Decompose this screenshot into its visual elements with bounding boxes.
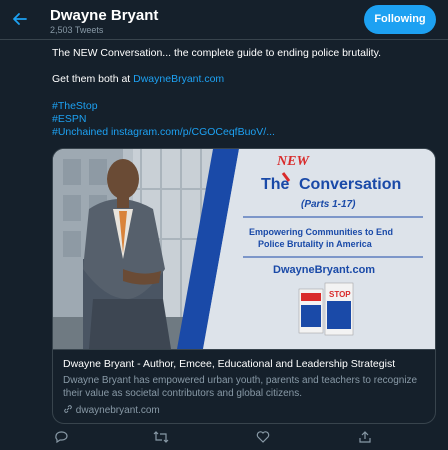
- website-link[interactable]: DwayneBryant.com: [133, 73, 224, 85]
- card-image[interactable]: The NEW Conversation (Parts 1-17) Empowe…: [53, 149, 435, 349]
- tweet-text-line1: The NEW Conversation... the complete gui…: [52, 47, 381, 59]
- hashtag-unchained-link[interactable]: #Unchained instagram.com/p/CGOCeqfBuoV/.…: [52, 126, 442, 139]
- hashtag-thestop[interactable]: #TheStop: [52, 100, 442, 113]
- promo-new: NEW: [276, 154, 310, 169]
- profile-name: Dwayne Bryant: [50, 7, 159, 24]
- card-info[interactable]: Dwayne Bryant - Author, Emcee, Education…: [53, 349, 435, 423]
- promo-sub1: Empowering Communities to End: [249, 227, 393, 237]
- promo-the: The: [261, 176, 290, 193]
- heart-icon[interactable]: [254, 430, 272, 446]
- profile-header: Dwayne Bryant 2,503 Tweets Following: [0, 0, 448, 40]
- promo-parts: (Parts 1-17): [301, 199, 356, 210]
- hashtag-espn[interactable]: #ESPN: [52, 113, 442, 126]
- tweet-count: 2,503 Tweets: [50, 25, 104, 35]
- card-domain: dwaynebryant.com: [63, 404, 160, 416]
- book-covers: STOP: [298, 282, 354, 336]
- link-preview-card[interactable]: The NEW Conversation (Parts 1-17) Empowe…: [52, 148, 436, 424]
- back-arrow-icon[interactable]: [8, 7, 32, 31]
- card-title: Dwayne Bryant - Author, Emcee, Education…: [63, 358, 396, 370]
- card-domain-text: dwaynebryant.com: [75, 405, 160, 416]
- tweet-text-line2: Get them both at DwayneBryant.com: [52, 73, 442, 86]
- share-icon[interactable]: [356, 430, 374, 446]
- promo-sub2: Police Brutality in America: [258, 239, 373, 249]
- link-icon: [64, 405, 72, 413]
- card-description: Dwayne Bryant has empowered urban youth,…: [63, 375, 418, 399]
- promo-conversation: Conversation: [299, 176, 401, 193]
- tweet-text-prefix: Get them both at: [52, 73, 134, 85]
- promo-site: DwayneBryant.com: [273, 264, 375, 276]
- tweet-actions: [52, 430, 436, 450]
- reply-icon[interactable]: [52, 430, 70, 446]
- book-title: STOP: [329, 290, 351, 299]
- retweet-icon[interactable]: [152, 430, 170, 446]
- following-button[interactable]: Following: [364, 5, 436, 34]
